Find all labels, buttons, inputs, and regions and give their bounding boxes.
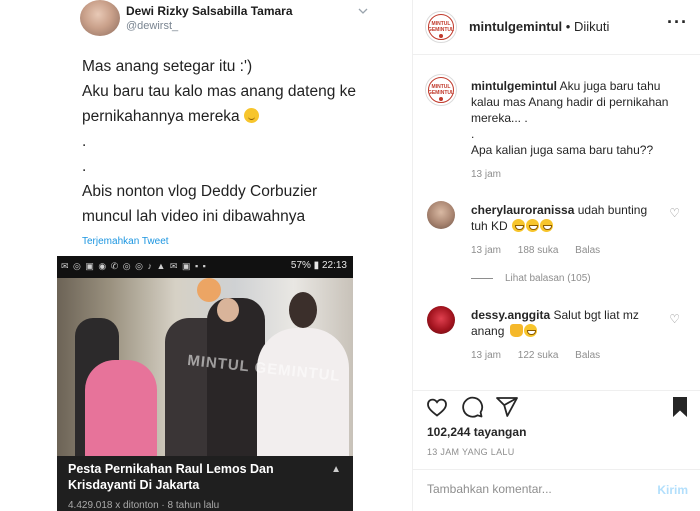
tweet-author-name: Dewi Rizky Salsabilla Tamara: [126, 4, 293, 18]
comment-likes[interactable]: 188 suka: [518, 245, 559, 256]
raised-hands-emoji-icon: [509, 324, 523, 337]
embedded-phone-screenshot: ✉ ◎ ▣ ◉ ✆ ◎ ◎ ♪ ▲ ✉ ▣ ▪ ▪ 57% ▮ 22:13 MI…: [57, 256, 353, 511]
tweet-author-handle: @dewirst_: [126, 20, 179, 32]
comment-username[interactable]: dessy.anggita: [471, 308, 550, 322]
comment-likes[interactable]: 122 suka: [518, 350, 559, 361]
comment-text: dessy.anggita Salut bgt liat mz anang: [471, 307, 667, 339]
grin-emoji-icon: [512, 219, 526, 232]
scene-figure: [85, 360, 157, 456]
comment-avatar[interactable]: [427, 306, 455, 334]
smile-emoji-icon: [244, 108, 259, 123]
reply-button[interactable]: Balas: [575, 245, 600, 256]
bookmark-icon[interactable]: [668, 395, 692, 419]
heart-icon[interactable]: ♡: [669, 312, 680, 326]
tweet-header: Dewi Rizky Salsabilla Tamara @dewirst_: [80, 0, 370, 40]
caption-username[interactable]: mintulgemintul: [471, 79, 557, 93]
post-comment-button[interactable]: Kirim: [657, 483, 688, 497]
post-date[interactable]: 13 JAM YANG LALU: [427, 447, 515, 457]
add-comment-bar: Kirim: [413, 469, 700, 511]
header-username[interactable]: mintulgemintul • Diikuti: [469, 19, 609, 34]
heart-icon[interactable]: ♡: [669, 206, 680, 220]
post-sidebar: MINTUL GEMINTUL mintulgemintul • Diikuti…: [413, 0, 700, 511]
phone-status-bar: ✉ ◎ ▣ ◉ ✆ ◎ ◎ ♪ ▲ ✉ ▣ ▪ ▪ 57% ▮ 22:13: [57, 256, 353, 278]
caption: mintulgemintul Aku juga baru tahu kalau …: [471, 78, 691, 158]
avatar[interactable]: MINTUL GEMINTUL: [425, 11, 457, 43]
comment-meta: 13 jam 122 suka Balas: [471, 350, 614, 361]
chevron-down-icon: [358, 6, 368, 17]
caption-text: Apa kalian juga sama baru tahu??: [471, 143, 654, 157]
caption-avatar[interactable]: MINTUL GEMINTUL: [425, 74, 457, 106]
comment-meta: 13 jam 188 suka Balas: [471, 245, 614, 256]
scene-figure: [289, 292, 317, 328]
post-image[interactable]: Dewi Rizky Salsabilla Tamara @dewirst_ M…: [0, 0, 413, 511]
post-header: MINTUL GEMINTUL mintulgemintul • Diikuti…: [413, 0, 700, 55]
caption-time: 13 jam: [471, 169, 502, 180]
tweet-avatar: [80, 0, 120, 36]
view-replies-button[interactable]: Lihat balasan (105): [471, 273, 591, 284]
tweet-line: Aku baru tau kalo mas anang dateng ke: [82, 83, 357, 100]
comment-avatar[interactable]: [427, 201, 455, 229]
tweet-line: pernikahannya mereka: [82, 104, 382, 129]
tweet-line: .: [82, 158, 87, 175]
video-thumbnail: MINTUL GEMINTUL: [57, 278, 353, 456]
post-actions: 102,244 tayangan 13 JAM YANG LALU Kirim: [413, 390, 700, 510]
tweet-text: Mas anang setegar itu :') Aku baru tau k…: [82, 54, 382, 229]
comment-icon[interactable]: [460, 395, 484, 419]
grin-emoji-icon: [540, 219, 554, 232]
header-username-text[interactable]: mintulgemintul: [469, 19, 562, 34]
caption-text: .: [471, 127, 475, 141]
follow-status: • Diikuti: [562, 19, 610, 34]
tweet-line: Mas anang setegar itu :'): [82, 58, 253, 75]
share-icon[interactable]: [495, 395, 519, 419]
view-count[interactable]: 102,244 tayangan: [427, 425, 526, 439]
status-bar-battery-time: 57% ▮ 22:13: [290, 260, 347, 271]
video-title: Pesta Pernikahan Raul Lemos Dan Krisdaya…: [68, 462, 274, 492]
video-info: Pesta Pernikahan Raul Lemos Dan Krisdaya…: [57, 456, 353, 511]
status-bar-icons: ✉ ◎ ▣ ◉ ✆ ◎ ◎ ♪ ▲ ✉ ▣ ▪ ▪: [61, 261, 207, 271]
translate-tweet-link: Terjemahkan Tweet: [82, 236, 169, 247]
reply-button[interactable]: Balas: [575, 350, 600, 361]
comment-time: 13 jam: [471, 245, 502, 256]
tweet-line: muncul lah video ini dibawahnya: [82, 208, 306, 225]
tweet-line: .: [82, 133, 87, 150]
tweet-line: Abis nonton vlog Deddy Corbuzier: [82, 183, 318, 200]
comment-time: 13 jam: [471, 350, 502, 361]
heart-icon[interactable]: [425, 395, 449, 419]
grin-emoji-icon: [523, 324, 537, 337]
comment-input[interactable]: [427, 482, 627, 496]
comments-section: MINTUL GEMINTUL mintulgemintul Aku juga …: [413, 56, 700, 390]
more-horizontal-icon[interactable]: ···: [667, 12, 688, 33]
scene-figure: [197, 278, 221, 302]
scene-figure: [217, 298, 239, 322]
grin-emoji-icon: [526, 219, 540, 232]
scene-figure: [257, 328, 349, 456]
comment-username[interactable]: cherylauroranissa: [471, 203, 574, 217]
comment-text: cherylauroranissa udah bunting tuh KD: [471, 202, 667, 234]
video-meta: 4.429.018 x ditonton · 8 tahun lalu: [68, 500, 220, 511]
caret-up-icon: ▲: [331, 464, 341, 475]
